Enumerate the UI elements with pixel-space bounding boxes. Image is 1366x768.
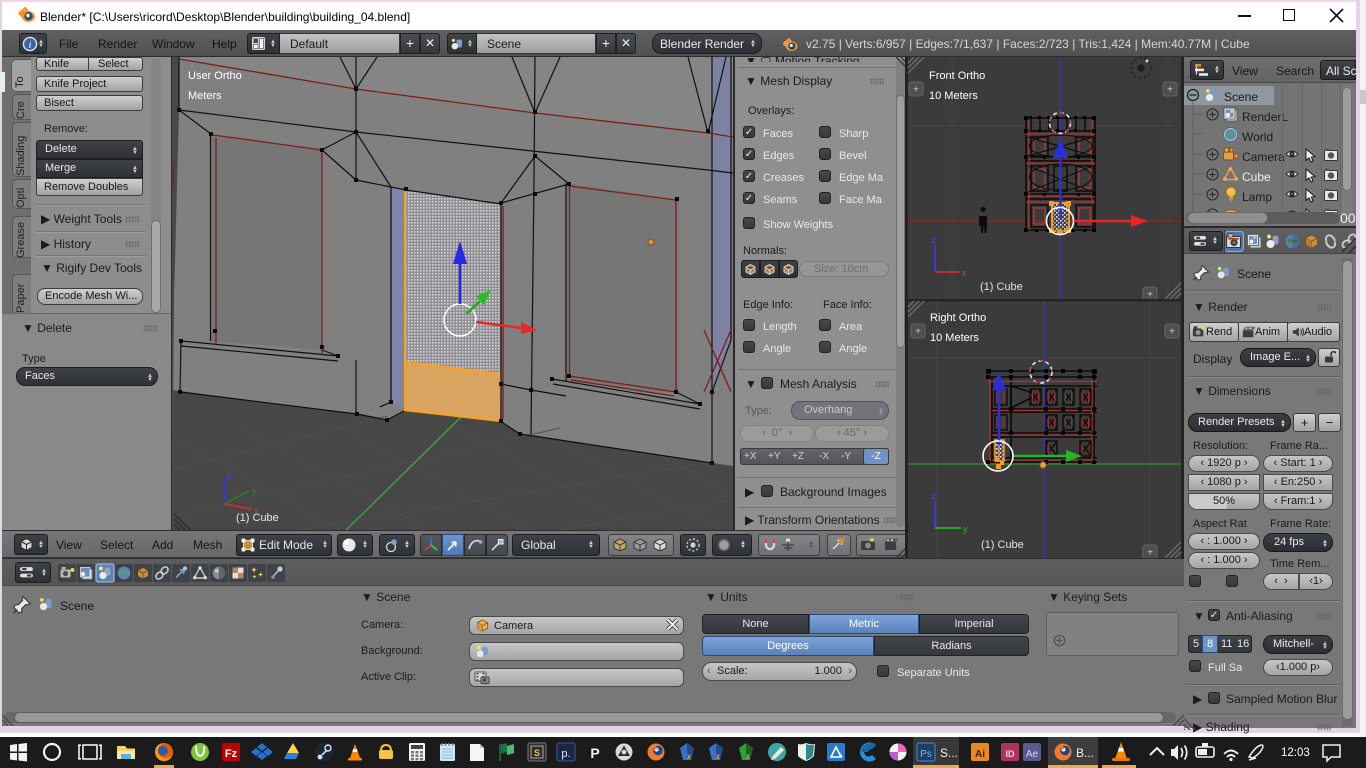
svg-text:10 Meters: 10 Meters [929, 90, 978, 102]
svg-text:10 Meters: 10 Meters [930, 332, 979, 344]
svg-text:(1) Cube: (1) Cube [981, 539, 1024, 551]
svg-text:x: x [716, 752, 720, 761]
svg-text:B...: B... [1076, 746, 1094, 760]
svg-text:i: i [29, 40, 32, 51]
svg-text:Front Ortho: Front Ortho [929, 70, 985, 82]
svg-text:+: + [1147, 290, 1153, 301]
svg-text:Right Ortho: Right Ortho [930, 312, 986, 324]
svg-text:12:03: 12:03 [1281, 747, 1310, 759]
svg-text:Ae: Ae [1026, 749, 1039, 760]
svg-text:x: x [746, 752, 750, 761]
svg-text:+: + [1169, 327, 1175, 338]
svg-text:+: + [1167, 85, 1173, 96]
svg-text:Fz: Fz [225, 748, 238, 760]
svg-text:S: S [534, 748, 540, 758]
svg-text:S...: S... [940, 746, 958, 760]
svg-text:Ps: Ps [920, 749, 932, 760]
svg-text:z: z [931, 235, 936, 245]
svg-text:p.: p. [561, 748, 570, 760]
svg-text:+: + [915, 327, 921, 338]
svg-text:y: y [252, 486, 257, 496]
svg-text:z: z [931, 491, 936, 501]
svg-text:+: + [913, 85, 919, 96]
svg-text:Ai: Ai [975, 749, 985, 760]
svg-text:y: y [963, 524, 968, 534]
svg-text:Meters: Meters [188, 90, 222, 102]
svg-text:x: x [687, 752, 691, 761]
svg-text:(1) Cube: (1) Cube [980, 281, 1023, 293]
svg-text:(1) Cube: (1) Cube [236, 512, 279, 524]
svg-text:z: z [227, 471, 232, 481]
svg-text:P: P [590, 745, 599, 761]
svg-text:User Ortho: User Ortho [188, 70, 242, 82]
svg-text:ID: ID [1006, 749, 1016, 759]
svg-text:x: x [962, 268, 967, 278]
svg-text:+: + [1147, 548, 1153, 559]
